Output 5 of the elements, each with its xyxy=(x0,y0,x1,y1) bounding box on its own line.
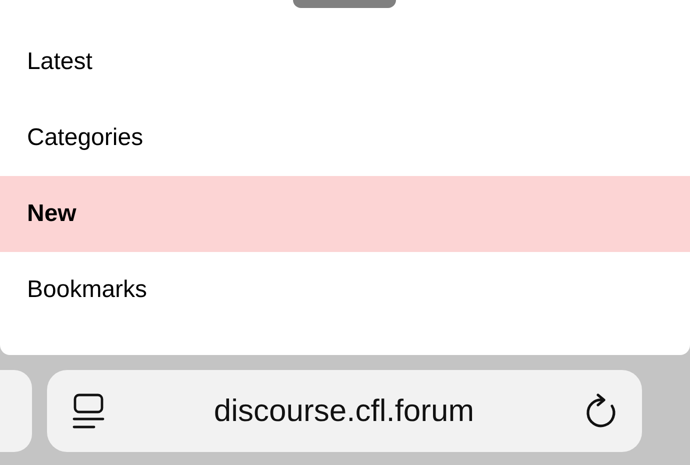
address-bar[interactable]: discourse.cfl.forum xyxy=(47,370,642,452)
reader-icon[interactable] xyxy=(72,393,105,429)
menu-item[interactable]: New xyxy=(0,176,690,252)
url-text: discourse.cfl.forum xyxy=(212,392,476,430)
drag-handle[interactable] xyxy=(293,0,396,8)
